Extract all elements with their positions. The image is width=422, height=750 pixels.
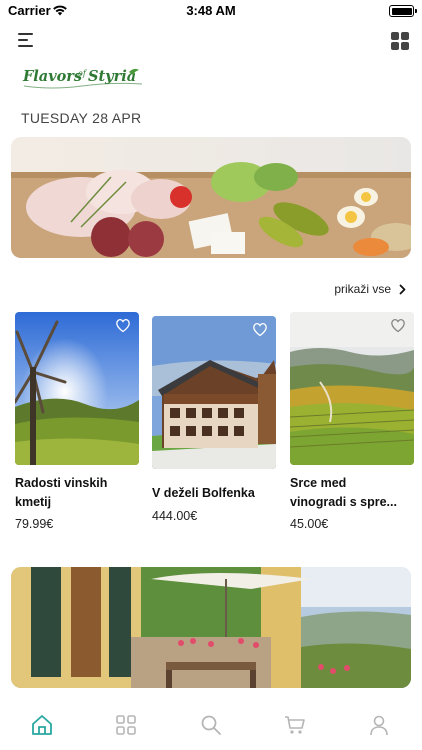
status-bar: Carrier 3:48 AM [0,0,422,22]
product-title-line: kmetij [15,495,52,509]
product-title-line: Radosti vinskih [15,476,108,490]
chevron-right-icon [399,284,406,294]
cart-icon[interactable] [284,714,306,736]
product-title: Srce med vinogradi s spre... [290,474,414,512]
grid-view-icon[interactable] [390,31,410,51]
svg-text:Flavors: Flavors [22,68,82,85]
bottom-tab-bar [0,700,422,750]
favorite-heart-icon[interactable] [390,318,406,333]
product-price: 79.99€ [15,517,54,531]
product-price: 444.00€ [152,509,198,523]
product-title-line: V deželi Bolfenka [152,486,255,500]
battery-icon [389,5,417,17]
menu-icon[interactable] [17,31,37,49]
product-title: Radosti vinskih kmetij [15,474,139,512]
product-title: V deželi Bolfenka [152,484,276,503]
product-card[interactable]: Srce med vinogradi s spre... 45.00€ [290,312,414,531]
favorite-heart-icon[interactable] [252,322,268,337]
favorite-heart-icon[interactable] [115,318,131,333]
categories-icon[interactable] [115,714,137,736]
product-title-line: vinogradi s spre... [290,495,397,509]
search-icon[interactable] [200,714,222,736]
brand-logo: Flavors of Styria [22,64,144,92]
product-image[interactable] [290,312,414,465]
see-all-label: prikaži vse [334,282,391,296]
svg-text:Styria: Styria [88,68,136,85]
see-all-link[interactable]: prikaži vse [334,282,406,296]
promo-banner-image[interactable] [11,567,411,688]
date-label: TUESDAY 28 APR [21,110,142,126]
product-title-line: Srce med [290,476,347,490]
clock-label: 3:48 AM [186,3,236,18]
hero-banner-image[interactable] [11,137,411,258]
product-image[interactable] [152,316,276,469]
svg-text:of: of [78,69,88,78]
brand-logo-mark: Flavors of Styria [22,68,143,89]
profile-icon[interactable] [368,714,390,736]
product-price: 45.00€ [290,517,329,531]
home-icon[interactable] [31,714,53,736]
product-card[interactable]: V deželi Bolfenka 444.00€ [152,316,276,523]
product-image[interactable] [15,312,139,465]
product-card[interactable]: Radosti vinskih kmetij 79.99€ [15,312,139,531]
